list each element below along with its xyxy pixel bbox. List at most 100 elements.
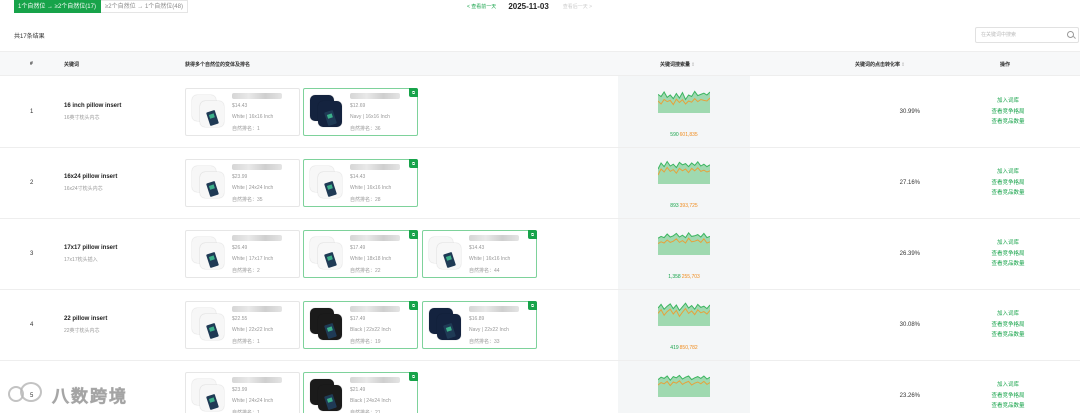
blurred-asin	[469, 306, 519, 312]
variant-card[interactable]: ⧉ $17.49 Black | 22x22 Inch 自然排名：19	[303, 301, 418, 349]
variant-card[interactable]: ⧉ $16.89 Navy | 22x22 Inch 自然排名：33	[422, 301, 537, 349]
result-count: 共17条结果	[14, 34, 45, 40]
add-to-library-link[interactable]: 加入词库	[978, 380, 1038, 391]
keyword-text[interactable]: 16 inch pillow insert	[64, 103, 121, 109]
view-competition-link[interactable]: 查看竞争格局	[978, 107, 1038, 118]
next-day-link[interactable]: 查看后一天 >	[563, 3, 592, 10]
variant-spec: White | 18x18 Inch	[350, 256, 392, 262]
col-ctr: 关键词的点击转化率	[855, 62, 901, 68]
col-actions: 操作	[1000, 62, 1011, 68]
link-icon[interactable]: ⧉	[409, 372, 418, 381]
view-competitor-count-link[interactable]: 查看竞品数量	[978, 259, 1038, 270]
search-icon[interactable]	[1067, 31, 1074, 38]
variant-price: $14.43	[350, 174, 366, 180]
view-competition-link[interactable]: 查看竞争格局	[978, 320, 1038, 331]
click-conversion-rate: 26.39%	[899, 251, 920, 257]
link-icon[interactable]: ⧉	[409, 159, 418, 168]
search-volume-sparkline	[658, 231, 710, 255]
row-index: 2	[30, 180, 34, 186]
tab-gained-positions[interactable]: 1个自然位 → ≥2个自然位(17)	[14, 0, 101, 13]
volume-orange: 850,782	[679, 345, 698, 351]
variant-price: $23.99	[232, 387, 248, 393]
view-competitor-count-link[interactable]: 查看竞品数量	[978, 188, 1038, 199]
rank-label: 自然排名：	[350, 268, 376, 274]
variant-spec: White | 24x24 Inch	[232, 398, 274, 404]
watermark-text: 八数跨境	[52, 386, 128, 406]
col-search-volume-wrap[interactable]: 关键词搜索量⇕	[660, 61, 695, 68]
tab-lost-positions[interactable]: ≥2个自然位 → 1个自然位(48)	[100, 0, 188, 13]
add-to-library-link[interactable]: 加入词库	[978, 238, 1038, 249]
blurred-asin	[350, 93, 400, 99]
rank-label: 自然排名：	[350, 339, 376, 345]
product-image	[190, 164, 228, 204]
add-to-library-link[interactable]: 加入词库	[978, 309, 1038, 320]
blurred-asin	[232, 164, 282, 170]
product-image	[308, 164, 346, 204]
variant-price: $16.89	[469, 316, 485, 322]
link-icon[interactable]: ⧉	[409, 88, 418, 97]
add-to-library-link[interactable]: 加入词库	[978, 96, 1038, 107]
row-index: 1	[30, 109, 34, 115]
table-row: 3 17x17 pillow insert 17x17枕头插入 $26.49 White…	[0, 219, 1080, 290]
rank-label: 自然排名：	[232, 197, 258, 203]
variant-card[interactable]: ⧉ $12.69 Navy | 16x16 Inch 自然排名：36	[303, 88, 418, 136]
variant-card[interactable]: $23.99 White | 24x24 Inch 自然排名：1	[185, 372, 300, 413]
variant-spec: White | 16x16 Inch	[469, 256, 511, 262]
view-competition-link[interactable]: 查看竞争格局	[978, 249, 1038, 260]
variant-rank: 自然排名：36	[350, 125, 381, 132]
link-icon[interactable]: ⧉	[528, 230, 537, 239]
view-competition-link[interactable]: 查看竞争格局	[978, 178, 1038, 189]
keyword-text[interactable]: 22 pillow insert	[64, 316, 107, 322]
view-competitor-count-link[interactable]: 查看竞品数量	[978, 330, 1038, 341]
sort-icon[interactable]: ⇕	[691, 62, 695, 68]
sort-icon[interactable]: ⇕	[901, 62, 905, 68]
volume-orange: 255,703	[681, 274, 700, 280]
search-volume: 419850,782	[670, 345, 697, 351]
keyword-search	[975, 27, 1079, 43]
row-actions: 加入词库 查看竞争格局 查看竞品数量	[978, 238, 1038, 270]
keyword-translation: 17x17枕头插入	[64, 257, 98, 263]
click-conversion-rate: 23.26%	[899, 393, 920, 399]
variant-card[interactable]: ⧉ $17.49 White | 18x18 Inch 自然排名：22	[303, 230, 418, 278]
view-competitor-count-link[interactable]: 查看竞品数量	[978, 401, 1038, 412]
table-row: 2 16x24 pillow insert 16x24寸枕头内芯 $23.99 Whit…	[0, 148, 1080, 219]
rank-label: 自然排名：	[232, 339, 258, 345]
search-input[interactable]	[976, 28, 1064, 42]
link-icon[interactable]: ⧉	[528, 301, 537, 310]
click-conversion-rate: 30.99%	[899, 109, 920, 115]
keyword-text[interactable]: 16x24 pillow insert	[64, 174, 117, 180]
prev-day-link[interactable]: < 查看前一天	[467, 3, 496, 10]
view-competitor-count-link[interactable]: 查看竞品数量	[978, 117, 1038, 128]
blurred-asin	[232, 377, 282, 383]
volume-orange: 601,835	[679, 132, 698, 138]
variant-card[interactable]: $23.99 White | 24x24 Inch 自然排名：35	[185, 159, 300, 207]
variant-card[interactable]: ⧉ $14.43 White | 16x16 Inch 自然排名：44	[422, 230, 537, 278]
link-icon[interactable]: ⧉	[409, 301, 418, 310]
variant-card[interactable]: $14.43 White | 16x16 Inch 自然排名：1	[185, 88, 300, 136]
search-volume: 590601,835	[670, 132, 697, 138]
click-conversion-rate: 27.16%	[899, 180, 920, 186]
variant-spec: Navy | 16x16 Inch	[350, 114, 390, 120]
variant-card[interactable]: ⧉ $14.43 White | 16x16 Inch 自然排名：28	[303, 159, 418, 207]
add-to-library-link[interactable]: 加入词库	[978, 167, 1038, 178]
product-image	[308, 377, 346, 413]
keyword-text[interactable]: 17x17 pillow insert	[64, 245, 117, 251]
col-ctr-wrap[interactable]: 关键词的点击转化率⇕	[855, 61, 905, 68]
rank-value: 1	[257, 126, 260, 132]
volume-green: 590	[670, 132, 679, 138]
search-volume: 893393,725	[670, 203, 697, 209]
keyword-translation: 22英寸枕头内芯	[64, 328, 100, 334]
rank-value: 28	[375, 197, 381, 203]
row-actions: 加入词库 查看竞争格局 查看竞品数量	[978, 167, 1038, 199]
blurred-asin	[350, 377, 400, 383]
keyword-translation: 16x24寸枕头内芯	[64, 186, 103, 192]
view-competition-link[interactable]: 查看竞争格局	[978, 391, 1038, 402]
table-row: 5 $23.99 White | 24x24 Inch 自然排名：1 ⧉ $21.49 Bl…	[0, 361, 1080, 413]
col-index: #	[30, 61, 33, 67]
variant-rank: 自然排名：44	[469, 267, 500, 274]
blurred-asin	[232, 235, 282, 241]
variant-card[interactable]: ⧉ $21.49 Black | 24x24 Inch 自然排名：21	[303, 372, 418, 413]
variant-card[interactable]: $26.49 White | 17x17 Inch 自然排名：2	[185, 230, 300, 278]
link-icon[interactable]: ⧉	[409, 230, 418, 239]
variant-card[interactable]: $22.55 White | 22x22 Inch 自然排名：1	[185, 301, 300, 349]
